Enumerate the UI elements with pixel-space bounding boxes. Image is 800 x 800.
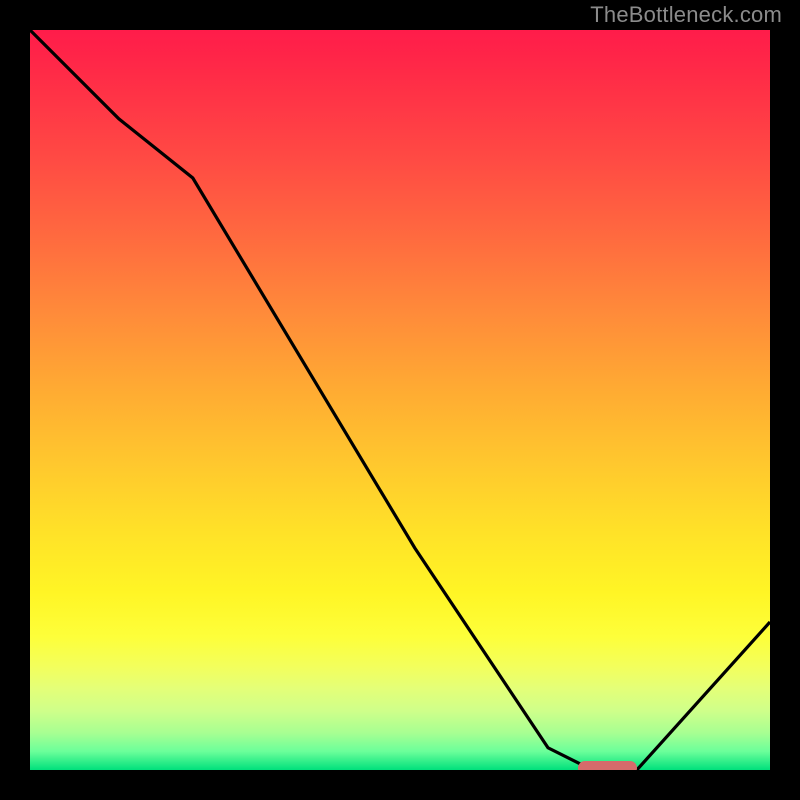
chart-frame: TheBottleneck.com: [0, 0, 800, 800]
optimal-marker: [578, 761, 637, 770]
plot-area: [30, 30, 770, 770]
watermark-text: TheBottleneck.com: [590, 2, 782, 28]
curve-path: [30, 30, 770, 770]
bottleneck-curve: [30, 30, 770, 770]
